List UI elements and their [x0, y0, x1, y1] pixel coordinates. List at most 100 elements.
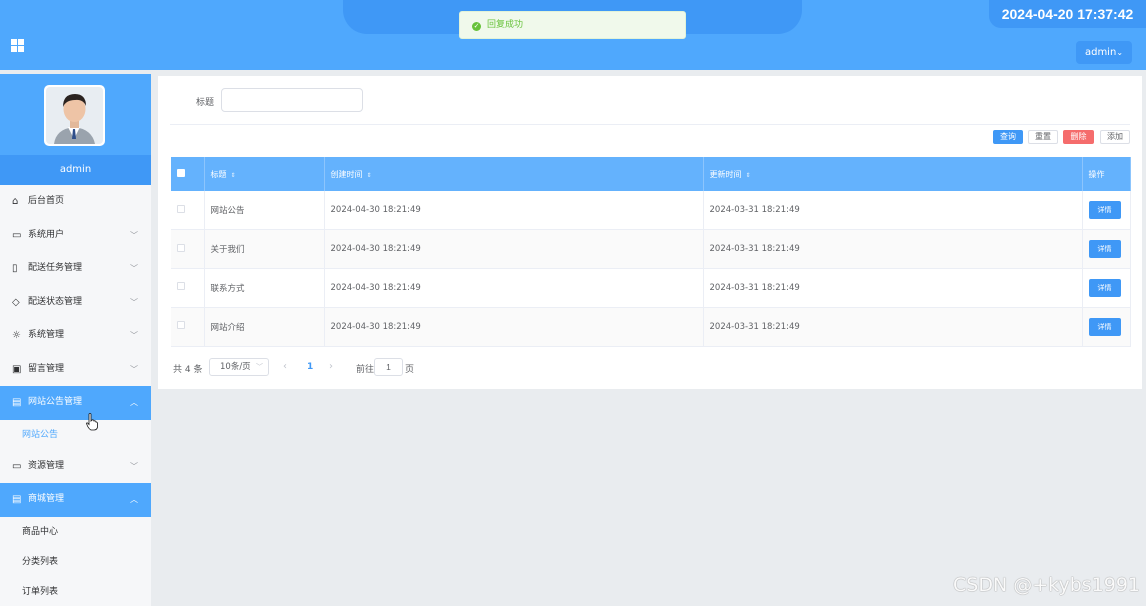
- chevron-down-icon: ﹀: [130, 331, 138, 340]
- inbox-icon: ▣: [12, 363, 22, 375]
- sidebar-item-label: 系统用户: [28, 229, 65, 240]
- table-header-row: 标题 ⇕ 创建时间 ⇕ 更新时间 ⇕ 操作: [171, 157, 1131, 191]
- detail-button[interactable]: 详情: [1088, 317, 1121, 336]
- column-header-action: 操作: [1082, 157, 1131, 191]
- sort-icon[interactable]: ⇕: [231, 172, 236, 179]
- sidebar: admin ⌂ 后台首页 ▭ 系统用户 ﹀ ▯ 配送任务管理 ﹀ ◇ 配送状态管…: [0, 74, 151, 606]
- tag-icon: ◇: [12, 296, 20, 308]
- sidebar-item-label: 商城管理: [28, 494, 65, 504]
- page-number-current[interactable]: 1: [307, 362, 313, 372]
- monitor-icon: ▭: [12, 229, 22, 241]
- chevron-down-icon: ﹀: [130, 364, 138, 374]
- sort-icon[interactable]: ⇕: [367, 172, 372, 179]
- delete-button[interactable]: 删除: [1063, 130, 1094, 144]
- goto-page-input[interactable]: [374, 358, 403, 376]
- sidebar-item-system-settings[interactable]: ☼ 系统管理 ﹀: [0, 319, 151, 353]
- detail-button[interactable]: 详情: [1088, 201, 1121, 220]
- sidebar-subitem-order-list[interactable]: 订单列表: [0, 576, 151, 606]
- cell-created: 2024-04-30 18:21:49: [324, 229, 704, 269]
- sidebar-item-label: 网站公告管理: [28, 397, 83, 407]
- home-icon: ⌂: [12, 196, 19, 207]
- chevron-down-icon: ﹀: [130, 230, 138, 240]
- page-suffix-label: 页: [405, 365, 415, 375]
- bookmark-icon: ▯: [12, 263, 18, 274]
- row-checkbox[interactable]: [177, 204, 185, 213]
- sidebar-item-label: 配送任务管理: [28, 263, 83, 273]
- chevron-down-icon: ﹀: [130, 297, 138, 307]
- cell-title: 关于我们: [204, 229, 325, 269]
- sidebar-item-delivery-tasks[interactable]: ▯ 配送任务管理 ﹀: [0, 252, 151, 286]
- select-all-cell: [171, 157, 205, 191]
- notice-table: 标题 ⇕ 创建时间 ⇕ 更新时间 ⇕ 操作 网站公告 2024-04-30 18:21…: [171, 157, 1131, 347]
- chevron-up-icon: ︿: [130, 495, 138, 504]
- sidebar-item-resources[interactable]: ▭ 资源管理 ﹀: [0, 450, 151, 484]
- table-row: 网站公告 2024-04-30 18:21:49 2024-03-31 18:2…: [171, 191, 1131, 231]
- sun-icon: ☼: [12, 330, 21, 341]
- sidebar-subitem-site-notice[interactable]: 网站公告: [0, 419, 151, 450]
- chevron-down-icon: ﹀: [256, 363, 263, 371]
- hand-cursor-icon: [86, 413, 98, 431]
- select-all-checkbox[interactable]: [177, 169, 185, 177]
- sidebar-item-label: 配送状态管理: [28, 296, 83, 307]
- box-icon: ▤: [12, 494, 22, 505]
- success-toast: ✓ 回复成功: [459, 11, 686, 39]
- table-row: 关于我们 2024-04-30 18:21:49 2024-03-31 18:2…: [171, 229, 1131, 269]
- query-button[interactable]: 查询: [993, 130, 1023, 144]
- sidebar-item-notice-management[interactable]: ▤ 网站公告管理 ︿: [0, 386, 151, 420]
- sidebar-item-label: 后台首页: [28, 196, 65, 206]
- column-header-created[interactable]: 创建时间 ⇕: [324, 157, 704, 191]
- cell-title: 网站公告: [204, 191, 325, 231]
- chevron-up-icon: ︿: [130, 398, 138, 407]
- chat-icon: ▭: [12, 460, 22, 472]
- row-checkbox[interactable]: [177, 282, 185, 291]
- sidebar-item-label: 系统管理: [28, 330, 65, 340]
- sidebar-item-label: 留言管理: [28, 363, 65, 374]
- profile-card: [0, 74, 151, 155]
- avatar[interactable]: [44, 85, 105, 146]
- cell-updated: 2024-03-31 18:21:49: [703, 229, 1083, 269]
- cell-created: 2024-04-30 18:21:49: [324, 268, 704, 308]
- user-menu-button[interactable]: admin⌄: [1076, 41, 1132, 64]
- row-checkbox[interactable]: [177, 321, 185, 330]
- sidebar-item-shop-management[interactable]: ▤ 商城管理 ︿: [0, 483, 151, 517]
- clipboard-icon: ▤: [12, 397, 22, 408]
- sidebar-item-home[interactable]: ⌂ 后台首页: [0, 185, 151, 219]
- table-row: 联系方式 2024-04-30 18:21:49 2024-03-31 18:2…: [171, 268, 1131, 308]
- table-row: 网站介绍 2024-04-30 18:21:49 2024-03-31 18:2…: [171, 307, 1131, 347]
- search-title-label: 标题: [196, 98, 215, 108]
- detail-button[interactable]: 详情: [1088, 278, 1121, 297]
- toolbar-divider: [170, 124, 1130, 125]
- cell-title: 网站介绍: [204, 307, 325, 347]
- column-header-title[interactable]: 标题 ⇕: [204, 157, 325, 191]
- check-circle-icon: ✓: [472, 22, 481, 31]
- pagination-total: 共 4 条: [173, 365, 203, 375]
- sidebar-item-system-users[interactable]: ▭ 系统用户 ﹀: [0, 219, 151, 253]
- cell-updated: 2024-03-31 18:21:49: [703, 191, 1083, 231]
- page-size-value: 10条/页: [220, 362, 251, 372]
- grid-menu-icon[interactable]: [11, 39, 24, 52]
- prev-page-icon[interactable]: ‹: [283, 361, 287, 372]
- user-name: admin: [1084, 47, 1117, 58]
- row-checkbox[interactable]: [177, 243, 185, 252]
- toast-message: 回复成功: [487, 20, 524, 30]
- page-size-select[interactable]: 10条/页 ﹀: [209, 358, 269, 376]
- sidebar-item-label: 资源管理: [28, 460, 65, 471]
- detail-button[interactable]: 详情: [1088, 240, 1121, 259]
- sidebar-subitem-product-center[interactable]: 商品中心: [0, 516, 151, 547]
- reset-button[interactable]: 重置: [1028, 130, 1058, 144]
- add-button[interactable]: 添加: [1100, 130, 1130, 144]
- main-panel: 标题 查询 重置 删除 添加 标题 ⇕ 创建时间 ⇕ 更新时间 ⇕ 操作 网站公告 2…: [158, 76, 1142, 389]
- sidebar-admin-name: admin: [0, 155, 151, 185]
- search-title-input[interactable]: [221, 88, 363, 112]
- cell-title: 联系方式: [204, 268, 325, 308]
- watermark: CSDN @+kybs1991: [953, 574, 1141, 596]
- goto-label: 前往: [356, 365, 375, 375]
- sidebar-item-delivery-status[interactable]: ◇ 配送状态管理 ﹀: [0, 286, 151, 320]
- sidebar-item-messages[interactable]: ▣ 留言管理 ﹀: [0, 353, 151, 387]
- column-header-updated[interactable]: 更新时间 ⇕: [703, 157, 1083, 191]
- chevron-down-icon: ﹀: [130, 461, 138, 471]
- cell-updated: 2024-03-31 18:21:49: [703, 268, 1083, 308]
- sort-icon[interactable]: ⇕: [746, 172, 751, 179]
- next-page-icon[interactable]: ›: [329, 361, 333, 372]
- sidebar-subitem-category-list[interactable]: 分类列表: [0, 546, 151, 577]
